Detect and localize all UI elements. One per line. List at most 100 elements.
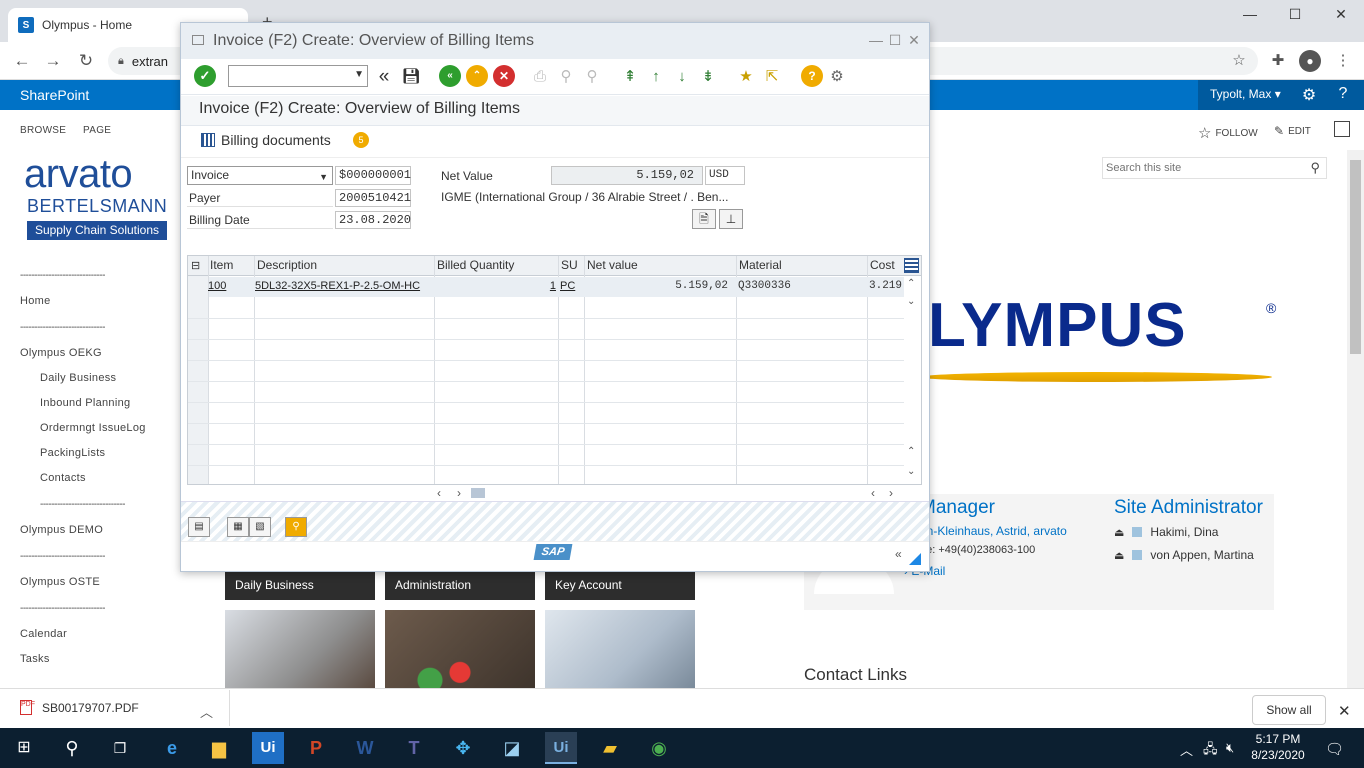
nav-item-olympus-oste[interactable]: Olympus OSTE [20,570,220,595]
word-icon[interactable]: W [349,732,381,764]
next-page-icon[interactable]: ↓ [671,66,693,88]
uipath-active-icon[interactable]: Ui [545,732,577,764]
description-cell[interactable]: 5DL32-32X5-REX1-P-2.5-OM-HC [255,280,420,292]
tile-administration[interactable]: Administration [385,572,535,600]
task-view-icon[interactable]: ❐ [104,732,136,764]
billed-quantity-cell[interactable]: 1 [436,280,556,292]
scroll-right-icon[interactable]: › [889,486,893,500]
su-cell[interactable]: PC [560,280,575,292]
window-close-button[interactable]: ✕ [1326,6,1356,26]
find-next-icon[interactable]: ⚲ [581,66,603,88]
teams-icon[interactable]: T [398,732,430,764]
column-header-description[interactable]: Description [257,258,317,276]
last-page-icon[interactable]: ⇟ [697,66,719,88]
previous-page-icon[interactable]: ↑ [645,66,667,88]
select-all-icon[interactable]: ⊟ [191,259,200,272]
edit-button[interactable]: ✎ EDIT [1274,124,1311,138]
scroll-down-icon[interactable]: ⌄ [907,466,915,477]
column-header-item[interactable]: Item [210,258,233,276]
action-center-icon[interactable]: 🗨︎ [1325,740,1344,758]
help-icon[interactable]: ? [1333,85,1353,103]
column-header-cost[interactable]: Cost [870,258,895,276]
stamp-icon[interactable]: ⊥ [719,209,743,229]
print-icon[interactable]: ⎙ [529,66,551,88]
window-maximize-button[interactable]: ☐ [1280,6,1310,26]
exit-icon[interactable]: ⌃ [466,65,488,87]
profile-icon[interactable]: ● [1299,50,1321,72]
menu-icon[interactable]: ⋮ [1332,51,1354,71]
deselect-rows-icon[interactable]: ▧ [249,517,271,537]
shortcut-icon[interactable]: ⇱ [761,66,783,88]
column-header-billed-quantity[interactable]: Billed Quantity [437,258,514,276]
windows-start-icon[interactable]: ⊞ [8,732,40,764]
scroll-left-icon[interactable]: ‹ [437,486,441,500]
sap-close-button[interactable]: ✕ [905,32,923,49]
search-icon[interactable]: ⚲ [1304,160,1326,176]
site-admin-row[interactable]: ⏏ von Appen, Martina [1114,548,1254,562]
scroll-up-icon[interactable]: ⌃ [907,278,915,289]
row-selector-column[interactable] [188,276,208,484]
first-page-icon[interactable]: ⇞ [619,66,641,88]
double-chevron-left-icon[interactable]: « [373,66,395,88]
sap-logon-icon[interactable]: ▰ [594,732,626,764]
scroll-right-icon[interactable]: › [457,486,461,500]
site-search-input[interactable] [1106,162,1305,174]
tile-key-account[interactable]: Key Account [545,572,695,600]
ribbon-tab-page[interactable]: PAGE [83,125,111,136]
back-icon[interactable]: « [439,65,461,87]
customize-gear-icon[interactable]: ⚙ [826,66,848,88]
help-icon[interactable]: ? [801,65,823,87]
column-header-net-value[interactable]: Net value [587,258,638,276]
manager-name[interactable]: en-Kleinhaus, Astrid, arvato [920,524,1067,538]
scroll-left-icon[interactable]: ‹ [871,486,875,500]
settings-gear-icon[interactable]: ⚙ [1299,85,1319,105]
search-icon[interactable]: ⚲ [56,732,88,764]
page-scrollbar-thumb[interactable] [1350,160,1361,354]
back-arrow-icon[interactable]: ← [11,50,33,72]
uipath-icon[interactable]: Ui [252,732,284,764]
column-header-material[interactable]: Material [739,258,782,276]
payer-field[interactable]: 2000510421 [335,189,411,207]
tile-image-office[interactable] [545,610,695,688]
follow-button[interactable]: ☆ FOLLOW [1198,124,1258,142]
command-field[interactable]: ▼ [228,65,368,87]
table-horizontal-scrollbar[interactable] [187,485,922,501]
forward-arrow-icon[interactable]: → [42,50,64,72]
conditions-icon[interactable]: ⚲ [285,517,307,537]
powerpoint-icon[interactable]: P [300,732,332,764]
reload-icon[interactable]: ↻ [75,50,97,72]
ribbon-tab-browse[interactable]: BROWSE [20,125,66,136]
table-settings-icon[interactable] [904,258,919,273]
network-app-icon[interactable]: ✥ [447,732,479,764]
status-collapse-icon[interactable]: « [895,547,902,561]
nav-item-tasks[interactable]: Tasks [20,647,220,672]
tray-chevron-up-icon[interactable]: ︿ [1180,740,1193,759]
new-session-icon[interactable]: ★ [735,66,757,88]
extensions-icon[interactable]: ✚ [1267,51,1289,71]
column-header-su[interactable]: SU [561,258,578,276]
volume-muted-icon[interactable]: 🔇︎ [1226,740,1234,756]
internet-explorer-icon[interactable]: e [156,732,188,764]
find-icon[interactable]: ⚲ [555,66,577,88]
tile-image-person[interactable] [225,610,375,688]
save-icon[interactable]: 💾︎ [400,66,422,88]
display-document-icon[interactable]: 🗎︎ [692,209,716,229]
sap-minimize-button[interactable]: — [867,32,885,48]
chevron-up-icon[interactable]: ︿ [200,702,213,721]
hscroll-thumb[interactable] [471,488,485,498]
enter-check-icon[interactable]: ✓ [194,65,216,87]
arvato-logo[interactable]: arvato [24,152,133,197]
tile-image-gears[interactable] [385,610,535,688]
resize-grip-icon[interactable] [909,553,921,565]
show-all-button[interactable]: Show all [1252,695,1326,725]
window-minimize-button[interactable]: — [1235,6,1265,26]
item-number-cell[interactable]: 100 [208,280,226,292]
billing-documents-button[interactable]: Billing documents [201,132,331,148]
select-all-rows-icon[interactable]: ▦ [227,517,249,537]
sharepoint-brand[interactable]: SharePoint [20,87,89,103]
nav-item-calendar[interactable]: Calendar [20,622,220,647]
focus-mode-icon[interactable] [1334,121,1350,137]
close-icon[interactable]: ✕ [1338,702,1351,720]
download-item[interactable]: PDF SB00179707.PDF [20,700,139,715]
site-admin-row[interactable]: ⏏ Hakimi, Dina [1114,525,1218,539]
